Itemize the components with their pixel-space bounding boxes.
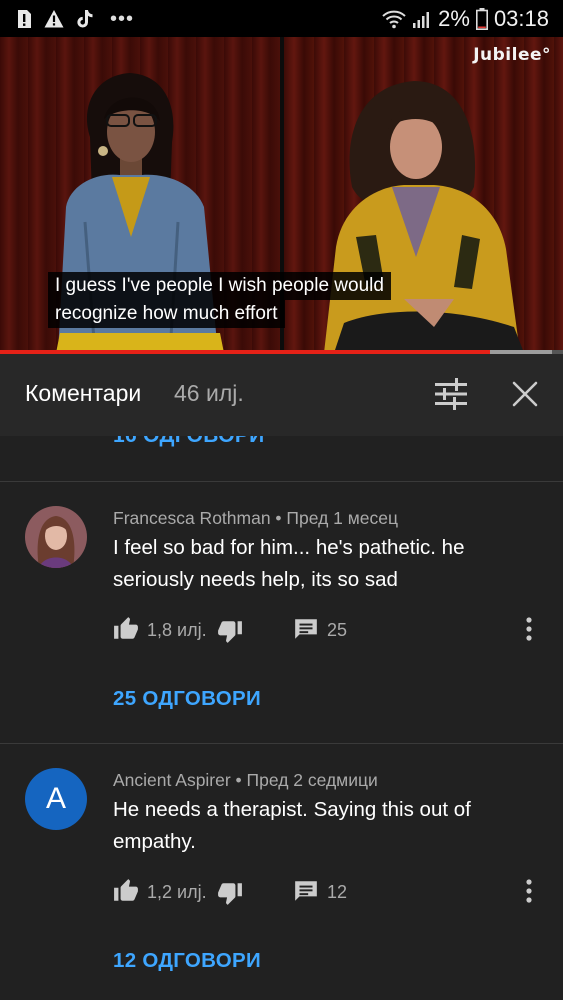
like-count: 1,2 илј. [147,882,207,902]
more-options-icon[interactable] [519,616,539,642]
avatar[interactable]: A [25,768,87,830]
caption-line-1: I guess I've people I wish people would [48,272,391,300]
comment-meta: Francesca Rothman • Пред 1 месец [113,508,399,528]
battery-icon [475,8,488,30]
view-replies-button[interactable]: 16 ОДГОВОРИ [113,436,265,448]
reply-count: 12 [327,882,348,902]
reply-count: 25 [327,620,348,640]
signal-icon [413,12,430,28]
comment-item: Francesca Rothman • Пред 1 месец I feel … [0,482,563,744]
sim-alert-icon [18,10,31,28]
view-replies-button[interactable]: 25 ОДГОВОРИ [113,687,261,711]
system-indicators: 2% 03:18 [382,7,549,31]
dislike-icon[interactable] [217,618,243,644]
filter-icon[interactable] [433,378,469,410]
comments-title: Коментари [25,380,142,406]
comment-text: He needs a therapist. Saying this out of… [113,798,471,853]
close-icon[interactable] [508,377,542,411]
avatar-photo [25,506,87,568]
comment-actions: 1,2 илј. 12 [113,878,553,908]
notification-icons: ••• [14,8,134,30]
comment-actions: 1,8 илј. 25 [113,616,553,646]
comment-text: I feel so bad for him... he's pathetic. … [113,536,465,591]
comment-item: A Ancient Aspirer • Пред 2 седмици He ne… [0,744,563,1000]
like-icon[interactable] [113,878,139,904]
reply-icon[interactable] [293,616,319,642]
video-panel-right: Jubilee° [284,37,563,353]
reply-icon[interactable] [293,878,319,904]
dislike-icon[interactable] [217,880,243,906]
comments-list[interactable]: 16 ОДГОВОРИ Francesca Rothman • Пред 1 м… [0,436,563,1000]
tiktok-icon [77,10,93,28]
comments-count: 46 илј. [174,380,244,406]
like-icon[interactable] [113,616,139,642]
clock: 03:18 [493,6,549,31]
avatar[interactable] [25,506,87,568]
comments-header: Коментари 46 илј. [0,354,563,436]
comment-meta: Ancient Aspirer • Пред 2 седмици [113,770,378,790]
like-count: 1,8 илј. [147,620,207,640]
view-replies-button[interactable]: 12 ОДГОВОРИ [113,949,261,973]
warning-icon [44,10,64,28]
battery-percent: 2% [438,6,470,31]
video-player[interactable]: Jubilee° I guess I've people I wish peop… [0,37,563,353]
person-right-figure [324,81,524,353]
caption-line-2: recognize how much effort [48,300,285,328]
wifi-icon [382,10,406,29]
more-options-icon[interactable] [519,878,539,904]
status-bar: ••• 2% 03:18 [0,0,563,37]
jubilee-watermark: Jubilee° [473,45,551,65]
more-notifications-indicator: ••• [110,8,135,30]
